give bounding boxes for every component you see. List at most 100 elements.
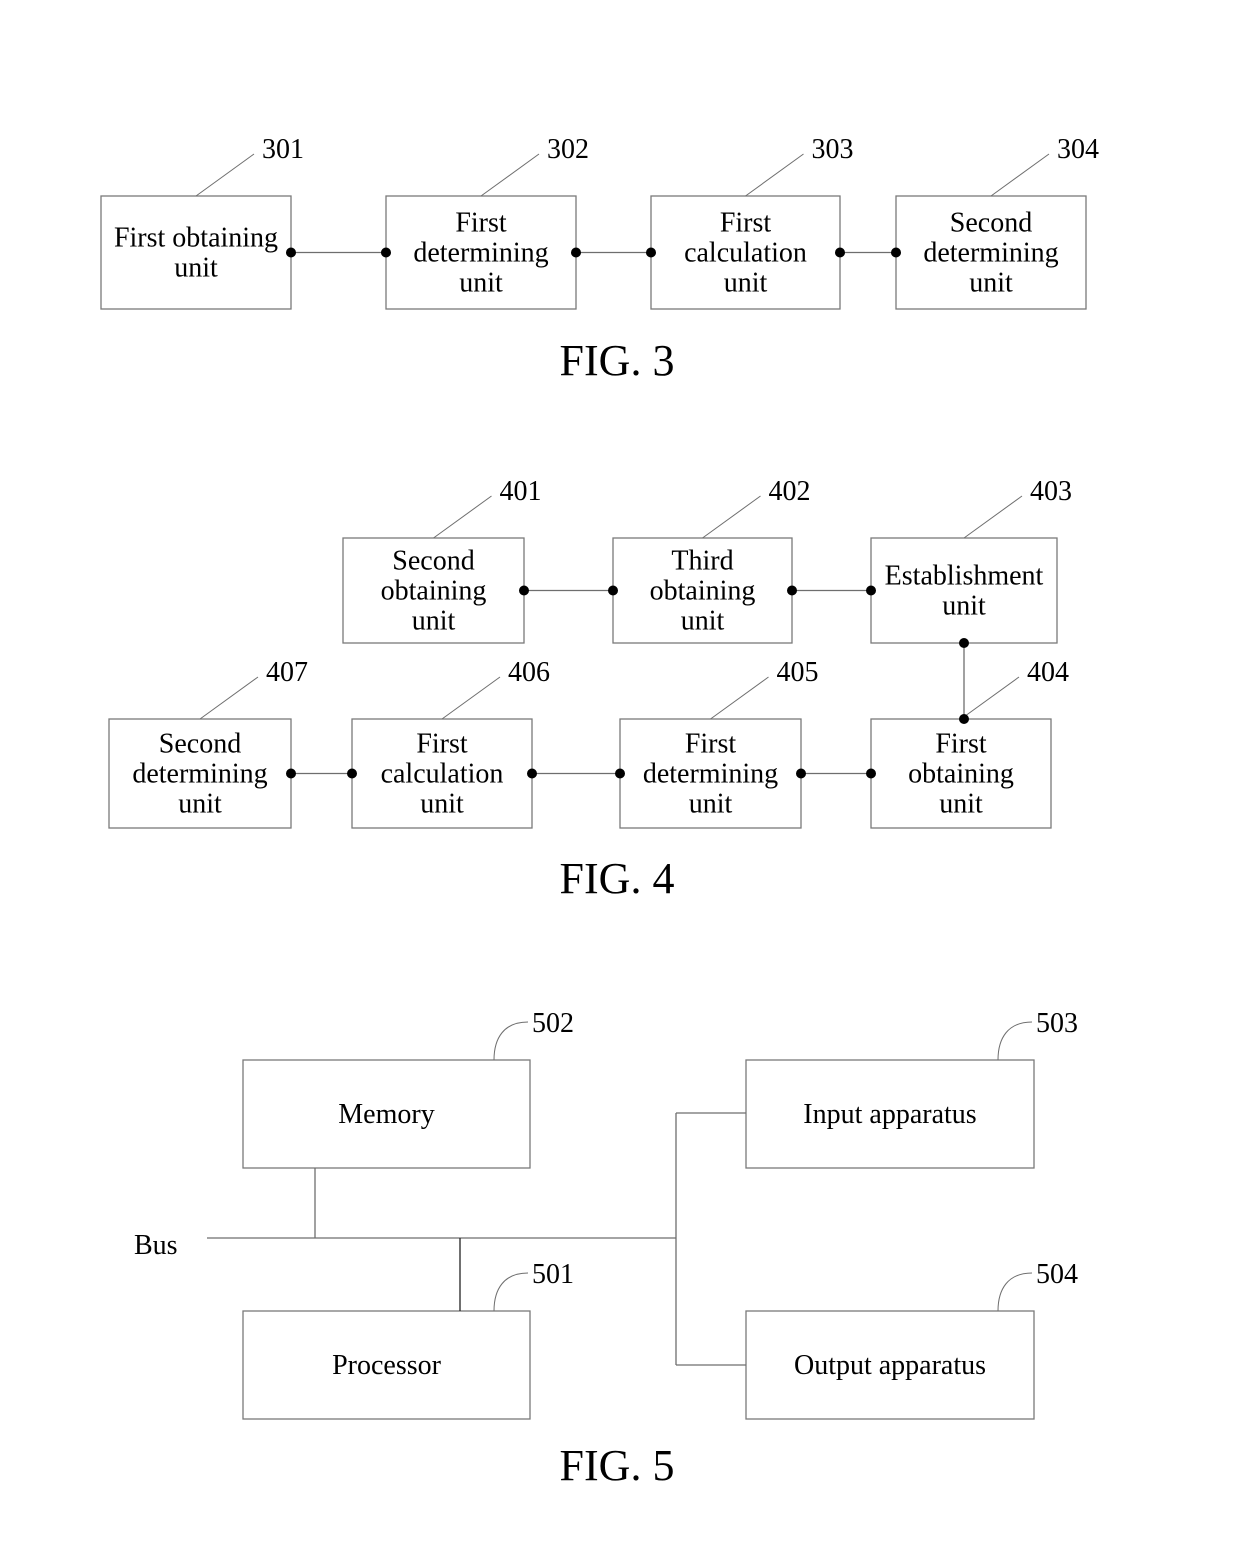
connection-node — [959, 714, 969, 724]
unit-label-line: unit — [681, 606, 725, 637]
unit-label-line: unit — [174, 253, 218, 284]
leader-curve — [493, 1272, 529, 1312]
reference-numeral: 407 — [266, 657, 308, 688]
reference-numeral: 501 — [532, 1259, 574, 1290]
reference-numeral: 402 — [769, 476, 811, 507]
figure-4: Secondobtainingunit401Thirdobtainingunit… — [108, 476, 1072, 903]
connection-node — [286, 768, 296, 779]
connection-node — [286, 247, 296, 258]
connection-node — [615, 768, 625, 779]
connection-node — [866, 585, 876, 596]
unit-301: First obtainingunit 301 — [100, 134, 304, 310]
unit-502: Memory 502 — [242, 1008, 574, 1169]
unit-label-line: unit — [942, 591, 986, 622]
patent-drawing-sheet: First obtainingunit301Firstdeterminingun… — [100, 134, 1099, 1490]
unit-label-line: First — [455, 208, 507, 239]
unit-label-line: obtaining — [650, 576, 756, 607]
unit-label-line: unit — [969, 268, 1013, 299]
unit-label-line: determining — [132, 759, 267, 790]
unit-label-line: First — [685, 729, 737, 760]
leader-line — [433, 495, 492, 539]
unit-label-line: unit — [178, 789, 222, 820]
reference-numeral: 304 — [1057, 134, 1099, 165]
connection-node — [571, 247, 581, 258]
unit-label-line: determining — [643, 759, 778, 790]
reference-numeral: 401 — [500, 476, 542, 507]
connection-node — [519, 585, 529, 596]
unit-label-line: obtaining — [381, 576, 487, 607]
unit-504: Output apparatus 504 — [745, 1259, 1078, 1420]
reference-numeral: 406 — [508, 657, 550, 688]
figure-caption: FIG. 3 — [560, 336, 675, 385]
reference-numeral: 502 — [532, 1008, 574, 1039]
unit-label-line: Second — [950, 208, 1032, 239]
unit-label-line: determining — [413, 238, 548, 269]
unit-304: Seconddeterminingunit 304 — [895, 134, 1099, 310]
reference-numeral: 405 — [777, 657, 819, 688]
reference-numeral: 302 — [547, 134, 589, 165]
unit-503: Input apparatus 503 — [745, 1008, 1078, 1169]
connection-node — [381, 247, 391, 258]
unit-406: Firstcalculationunit 406 — [351, 657, 550, 829]
connection-node — [796, 768, 806, 779]
connection-node — [646, 247, 656, 258]
unit-label-line: unit — [420, 789, 464, 820]
connection-node — [866, 768, 876, 779]
connection-node — [608, 585, 618, 596]
figure-5: Memory 502 Processor 501 Input apparatus 503 O… — [134, 1008, 1078, 1490]
connection-node — [787, 585, 797, 596]
unit-label-line: Second — [392, 546, 474, 577]
unit-label-line: obtaining — [908, 759, 1014, 790]
unit-label-line: Second — [159, 729, 241, 760]
leader-curve — [493, 1021, 529, 1061]
unit-label-line: First — [935, 729, 987, 760]
unit-label-line: First — [720, 208, 772, 239]
reference-numeral: 301 — [262, 134, 304, 165]
unit-label-line: Processor — [332, 1350, 442, 1381]
unit-label-line: Third — [671, 546, 733, 577]
leader-line — [702, 495, 761, 539]
connection-node — [527, 768, 537, 779]
figure-caption: FIG. 4 — [560, 854, 675, 903]
figure-caption: FIG. 5 — [560, 1441, 675, 1490]
reference-numeral: 504 — [1036, 1259, 1078, 1290]
unit-403: Establishmentunit 403 — [870, 476, 1072, 644]
leader-line — [745, 153, 804, 197]
leader-line — [960, 676, 1020, 720]
unit-label-line: Establishment — [885, 561, 1044, 592]
unit-label-line: calculation — [381, 759, 504, 790]
leader-line — [199, 676, 259, 720]
reference-numeral: 503 — [1036, 1008, 1078, 1039]
reference-numeral: 404 — [1027, 657, 1069, 688]
figure-3: First obtainingunit301Firstdeterminingun… — [100, 134, 1099, 385]
unit-302: Firstdeterminingunit 302 — [385, 134, 589, 310]
connection-node — [959, 638, 969, 648]
connection-node — [347, 768, 357, 779]
unit-label-line: unit — [724, 268, 768, 299]
unit-label-line: calculation — [684, 238, 807, 269]
leader-curve — [997, 1272, 1033, 1312]
unit-label-line: unit — [459, 268, 503, 299]
unit-401: Secondobtainingunit 401 — [342, 476, 542, 644]
leader-line — [710, 676, 769, 720]
unit-label-line: unit — [689, 789, 733, 820]
unit-label-line: First — [416, 729, 468, 760]
unit-label-line: Output apparatus — [794, 1350, 986, 1381]
leader-line — [195, 153, 255, 197]
leader-line — [963, 495, 1023, 539]
unit-label-line: unit — [939, 789, 983, 820]
reference-numeral: 403 — [1030, 476, 1072, 507]
connection-node — [891, 247, 901, 258]
unit-label-line: Memory — [338, 1099, 434, 1130]
leader-curve — [997, 1021, 1033, 1061]
unit-label-line: determining — [923, 238, 1058, 269]
connection-node — [835, 247, 845, 258]
unit-label-line: First obtaining — [114, 223, 278, 254]
unit-label-line: unit — [412, 606, 456, 637]
leader-line — [441, 676, 501, 720]
unit-404: Firstobtainingunit 404 — [870, 657, 1069, 829]
unit-303: Firstcalculationunit 303 — [650, 134, 854, 310]
unit-402: Thirdobtainingunit 402 — [612, 476, 811, 644]
unit-405: Firstdeterminingunit 405 — [619, 657, 819, 829]
leader-line — [480, 153, 540, 197]
